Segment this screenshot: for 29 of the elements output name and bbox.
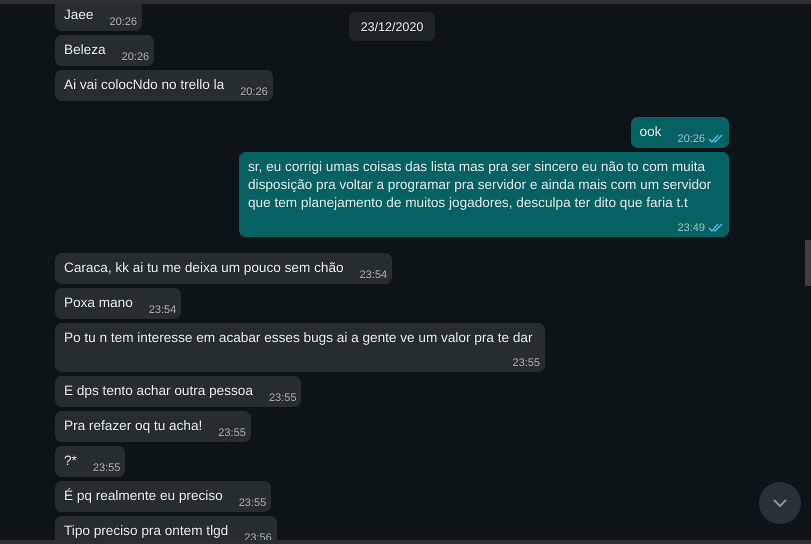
date-badge: 23/12/2020	[349, 12, 435, 41]
message-text: Beleza	[64, 42, 106, 57]
message-time: 20:26	[122, 50, 150, 64]
message-text: Ai vai colocNdo no trello la	[64, 77, 224, 92]
message-text: Caraca, kk ai tu me deixa um pouco sem chão	[64, 260, 344, 275]
message-text: Jaee	[64, 7, 94, 22]
message-text: ook	[640, 124, 662, 139]
message-text: Pra refazer oq tu acha!	[64, 418, 202, 433]
message-time: 23:55	[218, 426, 246, 440]
message-time: 23:55	[268, 390, 296, 406]
message-time: 23:54	[360, 268, 388, 282]
message-text: É pq realmente eu preciso	[64, 488, 223, 503]
message-text: E dps tento achar outra pessoa	[64, 383, 253, 398]
message-time: 20:26	[677, 132, 705, 146]
message-time: 20:26	[240, 84, 268, 100]
message-time: 20:26	[109, 14, 138, 30]
message-text: Tipo preciso pra ontem tlgd	[64, 523, 228, 538]
message-time: 23:55	[92, 460, 120, 476]
chevron-down-icon	[773, 498, 787, 508]
message-time: 23:55	[238, 496, 266, 510]
message-text: ?*	[64, 453, 77, 468]
message-text: Po tu n tem interesse em acabar esses bugs ai a gente ve um valor pra te dar	[64, 330, 532, 345]
message-time: 23:55	[512, 356, 540, 370]
message-text: Poxa mano	[64, 295, 133, 310]
message-time: 23:54	[148, 302, 176, 318]
message-text: sr, eu corrigi umas coisas das lista mas pra ser sincero eu não to com muita disposição pra voltar a programar pra servidor e ainda mais com um servidor que tem planejamento de muitos jogadores, desculpa ter dito que faria t.t	[248, 159, 712, 210]
scroll-down-button[interactable]	[759, 482, 801, 524]
scrollbar-thumb[interactable]	[805, 240, 811, 286]
message-time: 23:49	[677, 220, 705, 236]
